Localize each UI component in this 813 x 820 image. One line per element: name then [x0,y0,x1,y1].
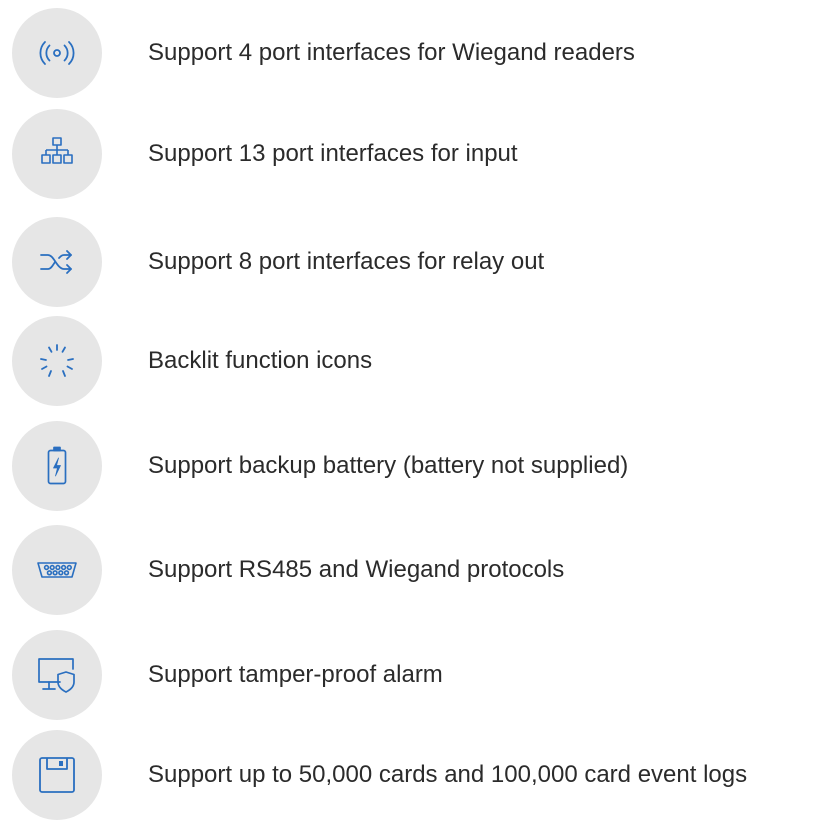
feature-list: Support 4 port interfaces for Wiegand re… [0,0,813,820]
feature-text: Support up to 50,000 cards and 100,000 c… [148,761,748,788]
feature-item: Backlit function icons [0,316,813,406]
feature-item: Support 4 port interfaces for Wiegand re… [0,8,813,98]
backlight-rays-icon [40,344,74,377]
feature-text: Support tamper-proof alarm [148,661,443,688]
icon-badge [12,8,102,98]
floppy-disk-icon [39,757,75,793]
feature-text: Backlit function icons [148,347,373,374]
icon-badge [12,421,102,511]
icon-badge [12,316,102,406]
feature-item: Support backup battery (battery not supp… [0,421,813,511]
feature-text: Support 8 port interfaces for relay out [148,248,545,275]
icon-badge [12,525,102,615]
feature-item: Support up to 50,000 cards and 100,000 c… [0,730,813,820]
feature-text: Support backup battery (battery not supp… [148,452,629,479]
icon-badge [12,217,102,307]
feature-text: Support RS485 and Wiegand protocols [148,556,565,583]
shuffle-arrows-icon [40,250,72,274]
network-hierarchy-icon [41,137,73,164]
feature-item: Support RS485 and Wiegand protocols [0,525,813,615]
serial-port-icon [37,562,77,578]
monitor-shield-icon [38,658,75,693]
wireless-signal-icon [39,41,75,65]
icon-badge [12,109,102,199]
icon-badge [12,630,102,720]
feature-item: Support tamper-proof alarm [0,630,813,720]
icon-badge [12,730,102,820]
feature-text: Support 4 port interfaces for Wiegand re… [148,39,635,66]
battery-charge-icon [47,446,67,485]
feature-item: Support 8 port interfaces for relay out [0,217,813,307]
feature-text: Support 13 port interfaces for input [148,140,518,167]
feature-item: Support 13 port interfaces for input [0,109,813,199]
